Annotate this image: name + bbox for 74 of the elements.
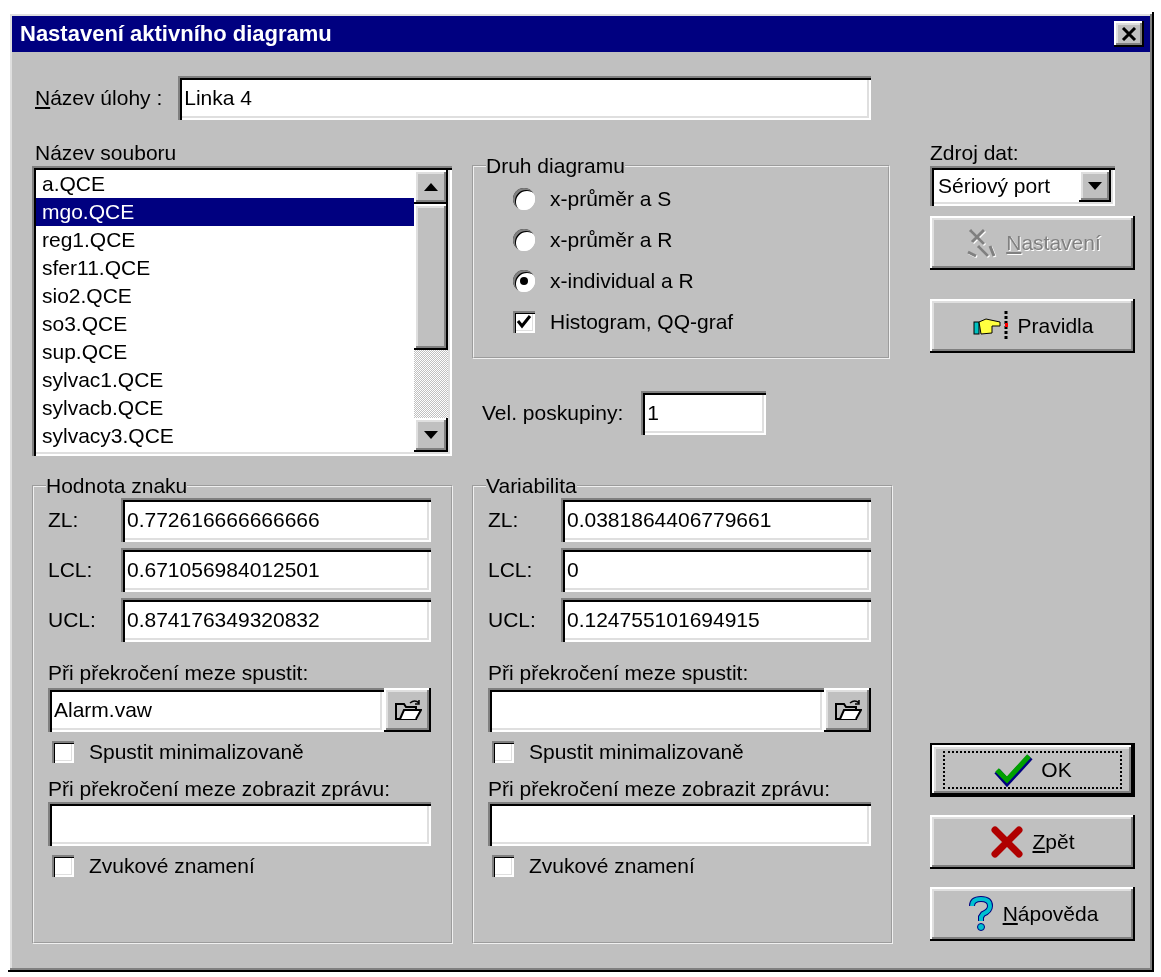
input-field[interactable] <box>48 802 431 846</box>
close-icon <box>1121 27 1137 41</box>
list-item[interactable]: mgo.QCE <box>36 198 414 226</box>
radio-label: x-průměr a R <box>550 227 673 252</box>
rules-button[interactable]: Pravidla <box>930 299 1135 353</box>
checkbox[interactable] <box>513 310 535 333</box>
radio-button[interactable] <box>513 187 535 210</box>
field-label: UCL: <box>48 608 97 632</box>
list-item[interactable]: sfer11.QCE <box>36 254 414 282</box>
radio-button[interactable] <box>513 269 535 292</box>
field-label: LCL: <box>48 558 94 582</box>
browse-button[interactable] <box>384 688 431 732</box>
input-field[interactable] <box>488 802 871 846</box>
field-label: Při překročení meze zobrazit zprávu: <box>48 776 391 802</box>
browse-button[interactable] <box>824 688 871 732</box>
radio-button[interactable] <box>513 228 535 251</box>
list-item[interactable]: sylvac1.QCE <box>36 366 414 394</box>
scroll-down-icon <box>423 430 439 440</box>
field-label: Název úlohy : <box>35 86 163 110</box>
field-label: Při překročení meze spustit: <box>488 660 750 686</box>
caret-icon <box>1087 181 1103 191</box>
help-button[interactable]: Nápověda <box>930 887 1135 941</box>
input-field[interactable]: 0 <box>561 548 871 592</box>
cancel-button[interactable]: Zpět <box>930 815 1135 869</box>
checkbox-label: Spustit minimalizovaně <box>529 740 744 764</box>
input-field[interactable]: Alarm.vaw <box>48 688 384 732</box>
checkbox-label: Zvukové znamení <box>529 854 695 878</box>
checkbox-label: Zvukové znamení <box>89 854 255 878</box>
group-title: Druh diagramu <box>486 154 625 177</box>
cross-icon <box>990 825 1025 859</box>
field-label: Při překročení meze spustit: <box>48 660 310 686</box>
field-label: ZL: <box>48 508 80 532</box>
input-field[interactable]: 0.671056984012501 <box>121 548 431 592</box>
checkbox[interactable] <box>492 855 514 877</box>
question-icon <box>966 896 995 932</box>
field-label: LCL: <box>488 558 534 582</box>
checkbox-label: Spustit minimalizovaně <box>89 740 304 764</box>
list-item[interactable]: sylvacb.QCE <box>36 394 414 422</box>
radio-label: x-individual a R <box>550 268 694 293</box>
list-label: Název souboru <box>34 140 178 166</box>
close-button[interactable] <box>1114 21 1144 47</box>
list-item[interactable]: reg1.QCE <box>36 226 414 254</box>
field-label: Vel. poskupiny: <box>482 401 624 425</box>
input-field[interactable]: 0.124755101694915 <box>561 598 871 642</box>
ok-button[interactable]: OK <box>930 743 1135 797</box>
list-item[interactable]: a.QCE <box>36 170 414 198</box>
field-label: Zdroj dat: <box>930 140 1020 166</box>
field-label: ZL: <box>488 508 520 532</box>
list-item[interactable]: sylvacy3.QCE <box>36 422 414 450</box>
checkbox[interactable] <box>52 855 74 877</box>
window-title: Nastavení aktivního diagramu <box>20 21 332 47</box>
scrollbar[interactable] <box>414 170 448 452</box>
input-field[interactable]: 0.772616666666666 <box>121 498 431 542</box>
checkbox[interactable] <box>52 741 74 763</box>
input-field[interactable] <box>488 688 824 732</box>
group-title: Hodnota znaku <box>46 474 188 497</box>
folder-icon <box>833 698 862 722</box>
scroll-up-icon <box>423 182 439 192</box>
list-item[interactable]: so3.QCE <box>36 310 414 338</box>
group-title: Variabilita <box>486 474 577 497</box>
radio-label: x-průměr a S <box>550 186 672 211</box>
list-item[interactable]: sio2.QCE <box>36 282 414 310</box>
field-label: Při překročení meze zobrazit zprávu: <box>488 776 831 802</box>
field-label: UCL: <box>488 608 537 632</box>
checkbox[interactable] <box>492 741 514 763</box>
input-field[interactable]: Linka 4 <box>178 76 872 120</box>
folder-icon <box>393 698 422 722</box>
dropdown[interactable]: Sériový port <box>930 166 1115 206</box>
input-field[interactable]: 0.874176349320832 <box>121 598 431 642</box>
check-icon <box>993 753 1034 787</box>
input-field[interactable]: 0.0381864406779661 <box>561 498 871 542</box>
list-item[interactable]: sup.QCE <box>36 338 414 366</box>
input-field[interactable]: 1 <box>641 391 767 435</box>
checkbox-label: Histogram, QQ-graf <box>550 309 734 334</box>
